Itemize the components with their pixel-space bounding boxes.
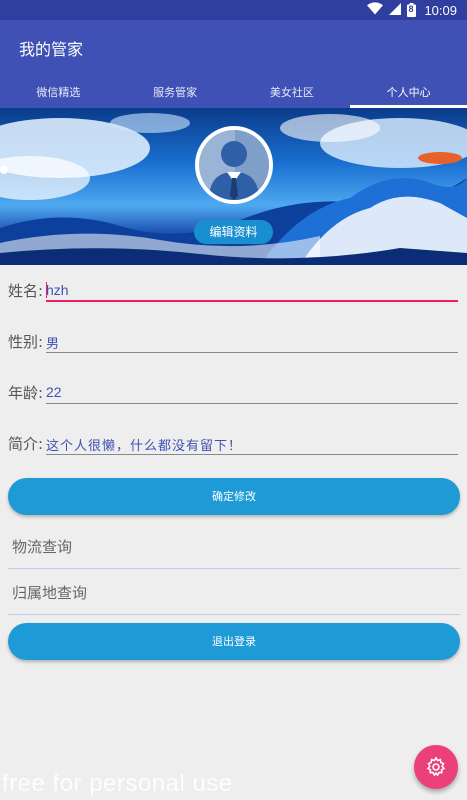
user-avatar-icon xyxy=(209,130,269,200)
logistics-query-label: 物流查询 xyxy=(12,538,73,556)
settings-fab[interactable] xyxy=(414,745,458,789)
logout-button[interactable]: 退出登录 xyxy=(8,623,460,660)
clock: 10:09 xyxy=(424,2,457,18)
avatar[interactable] xyxy=(195,126,273,204)
location-query-item[interactable]: 归属地查询 xyxy=(8,569,460,615)
battery-icon: 8 xyxy=(407,3,417,17)
confirm-changes-button[interactable]: 确定修改 xyxy=(8,478,460,515)
location-query-label: 归属地查询 xyxy=(12,584,88,602)
logistics-query-item[interactable]: 物流查询 xyxy=(8,523,460,569)
age-input[interactable]: 22 xyxy=(46,380,458,404)
tab-bar: 微信精选 服务管家 美女社区 个人中心 xyxy=(0,70,467,108)
name-label: 姓名: xyxy=(8,282,44,300)
bio-input[interactable]: 这个人很懒，什么都没有留下！ xyxy=(46,431,458,455)
tab-personal-center[interactable]: 个人中心 xyxy=(350,70,467,108)
wifi-icon xyxy=(367,2,384,18)
name-input[interactable]: hzh xyxy=(46,278,458,302)
tab-community[interactable]: 美女社区 xyxy=(234,70,351,108)
watermark: free for personal use xyxy=(2,770,233,797)
name-field: 姓名: hzh xyxy=(8,278,458,304)
gender-input[interactable]: 男 xyxy=(46,329,458,353)
tab-wechat-picks[interactable]: 微信精选 xyxy=(0,70,117,108)
app-bar: 我的管家 微信精选 服务管家 美女社区 个人中心 xyxy=(0,20,467,108)
bio-label: 简介: xyxy=(8,435,44,453)
age-label: 年龄: xyxy=(8,384,44,402)
gear-icon xyxy=(426,756,446,777)
age-field: 年龄: 22 xyxy=(8,380,458,406)
gender-field: 性别: 男 xyxy=(8,329,458,355)
battery-level: 8 xyxy=(408,4,414,14)
app-title: 我的管家 xyxy=(19,40,84,59)
bio-field: 简介: 这个人很懒，什么都没有留下！ xyxy=(8,431,458,457)
tab-service-butler[interactable]: 服务管家 xyxy=(117,70,234,108)
edit-profile-button[interactable]: 编辑资料 xyxy=(194,220,273,244)
status-icons: 8 10:09 xyxy=(367,2,457,18)
gender-label: 性别: xyxy=(8,333,44,351)
status-bar: 8 10:09 xyxy=(0,0,467,20)
signal-icon xyxy=(389,2,402,18)
